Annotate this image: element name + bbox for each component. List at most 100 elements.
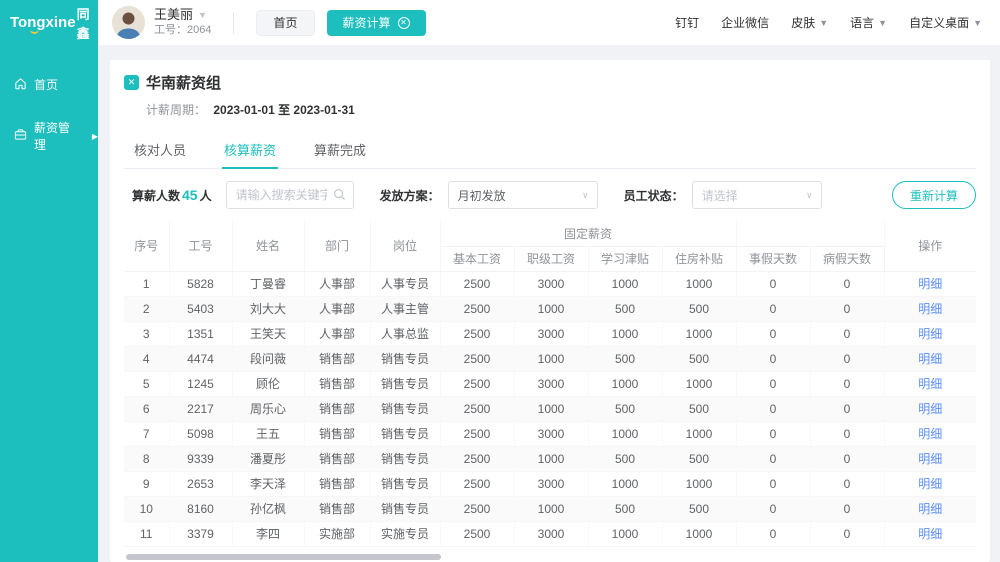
cell: 李四	[232, 521, 304, 546]
cell: 3000	[514, 271, 588, 296]
col-group-leave	[736, 221, 884, 246]
col-actions: 操作	[884, 221, 976, 271]
cell: 0	[736, 296, 810, 321]
cell: 2500	[440, 396, 514, 421]
cell: 500	[588, 446, 662, 471]
cell: 2500	[440, 296, 514, 321]
detail-link[interactable]: 明细	[918, 427, 942, 441]
cell: 9	[124, 471, 169, 496]
cell: 0	[736, 321, 810, 346]
cell: 500	[588, 496, 662, 521]
sidebar-item-payroll[interactable]: 薪资管理 ▶	[0, 110, 98, 162]
cell: 丁曼睿	[232, 271, 304, 296]
horizontal-scrollbar	[124, 554, 976, 561]
cell: 人事专员	[370, 271, 440, 296]
cell: 3000	[514, 421, 588, 446]
cell: 3000	[514, 321, 588, 346]
brand-logo[interactable]: Tongxine 同鑫	[0, 0, 98, 45]
status-select[interactable]: 请选择 ∨	[692, 181, 822, 209]
sidebar: Tongxine 同鑫 首页 薪资管理 ▶	[0, 0, 98, 562]
recalculate-button[interactable]: 重新计算	[892, 181, 976, 209]
headcount-unit: 人	[200, 189, 212, 203]
cell: 6	[124, 396, 169, 421]
tab-calc-done[interactable]: 算薪完成	[312, 132, 368, 168]
link-wecom[interactable]: 企业微信	[721, 14, 769, 31]
cell: 500	[662, 446, 736, 471]
cell: 1000	[588, 521, 662, 546]
cell: 0	[810, 396, 884, 421]
status-label: 员工状态：	[624, 187, 684, 204]
window-tab-label: 薪资计算	[343, 14, 391, 31]
cell: 2500	[440, 496, 514, 521]
col-index: 序号	[124, 221, 169, 271]
cell: 500	[662, 396, 736, 421]
cell: 1000	[514, 346, 588, 371]
cell: 3000	[514, 471, 588, 496]
cell: 11	[124, 521, 169, 546]
wallet-icon	[14, 128, 27, 144]
chevron-down-icon: ∨	[806, 190, 813, 201]
cell: 刘大大	[232, 296, 304, 321]
cell: 人事主管	[370, 296, 440, 321]
status-select-placeholder: 请选择	[702, 187, 738, 204]
salary-table: 序号 工号 姓名 部门 岗位 固定薪资 操作 基本工资 职级工资	[124, 221, 976, 561]
cell: 4	[124, 346, 169, 371]
cell: 2653	[169, 471, 232, 496]
cell: 0	[810, 271, 884, 296]
cell: 0	[736, 396, 810, 421]
link-language[interactable]: 语言▼	[850, 14, 887, 31]
link-custom-desktop[interactable]: 自定义桌面▼	[909, 14, 982, 31]
scrollbar-thumb[interactable]	[126, 554, 441, 560]
cell: 5098	[169, 421, 232, 446]
cell: 销售专员	[370, 371, 440, 396]
cell: 5828	[169, 271, 232, 296]
cell: 2	[124, 296, 169, 321]
detail-link[interactable]: 明细	[918, 352, 942, 366]
window-tab-home[interactable]: 首页	[256, 10, 314, 36]
cell: 0	[736, 521, 810, 546]
cell: 0	[810, 471, 884, 496]
headcount-value: 45	[182, 187, 198, 203]
employee-id-label: 工号：	[154, 24, 187, 36]
close-icon[interactable]: ✕	[398, 17, 410, 29]
detail-link[interactable]: 明细	[918, 327, 942, 341]
cell: 潘夏彤	[232, 446, 304, 471]
cell: 0	[736, 496, 810, 521]
col-housing-allowance: 住房补贴	[662, 246, 736, 271]
cell: 销售专员	[370, 446, 440, 471]
page-title: 华南薪资组	[146, 72, 221, 93]
cell: 1000	[514, 446, 588, 471]
cell: 人事部	[304, 296, 370, 321]
table-row: 75098 王五销售部 销售专员2500 30001000 10000 0 明细	[124, 421, 976, 446]
filter-bar: 算薪人数45人 发放方案： 月初发放 ∨ 员工状态： 请选择 ∨	[124, 181, 976, 209]
link-dingtalk[interactable]: 钉钉	[675, 14, 699, 31]
tab-calc-salary[interactable]: 核算薪资	[222, 132, 278, 168]
col-sick-leave-days: 病假天数	[810, 246, 884, 271]
detail-link[interactable]: 明细	[918, 402, 942, 416]
tab-check-staff[interactable]: 核对人员	[132, 132, 188, 168]
plan-select[interactable]: 月初发放 ∨	[448, 181, 598, 209]
cell: 销售部	[304, 446, 370, 471]
detail-link[interactable]: 明细	[918, 477, 942, 491]
avatar[interactable]	[112, 6, 145, 39]
link-skin[interactable]: 皮肤▼	[791, 14, 828, 31]
logo-smile-icon	[30, 29, 39, 34]
content-area: ✕ 华南薪资组 计薪周期： 2023-01-01 至 2023-01-31 核对…	[98, 45, 1000, 562]
window-tab-payroll-calc[interactable]: 薪资计算 ✕	[327, 10, 426, 36]
detail-link[interactable]: 明细	[918, 502, 942, 516]
user-menu[interactable]: 王美丽 ▼ 工号：2064	[154, 7, 211, 38]
headcount-label: 算薪人数	[132, 189, 180, 203]
detail-link[interactable]: 明细	[918, 527, 942, 541]
col-study-allowance: 学习津贴	[588, 246, 662, 271]
detail-link[interactable]: 明细	[918, 452, 942, 466]
detail-link[interactable]: 明细	[918, 377, 942, 391]
cell: 0	[810, 371, 884, 396]
col-position: 岗位	[370, 221, 440, 271]
cell: 500	[662, 496, 736, 521]
detail-link[interactable]: 明细	[918, 277, 942, 291]
cell: 8	[124, 446, 169, 471]
sidebar-item-home[interactable]: 首页	[0, 67, 98, 102]
cell: 销售部	[304, 471, 370, 496]
table-row: 89339 潘夏彤销售部 销售专员2500 1000500 5000 0 明细	[124, 446, 976, 471]
detail-link[interactable]: 明细	[918, 302, 942, 316]
